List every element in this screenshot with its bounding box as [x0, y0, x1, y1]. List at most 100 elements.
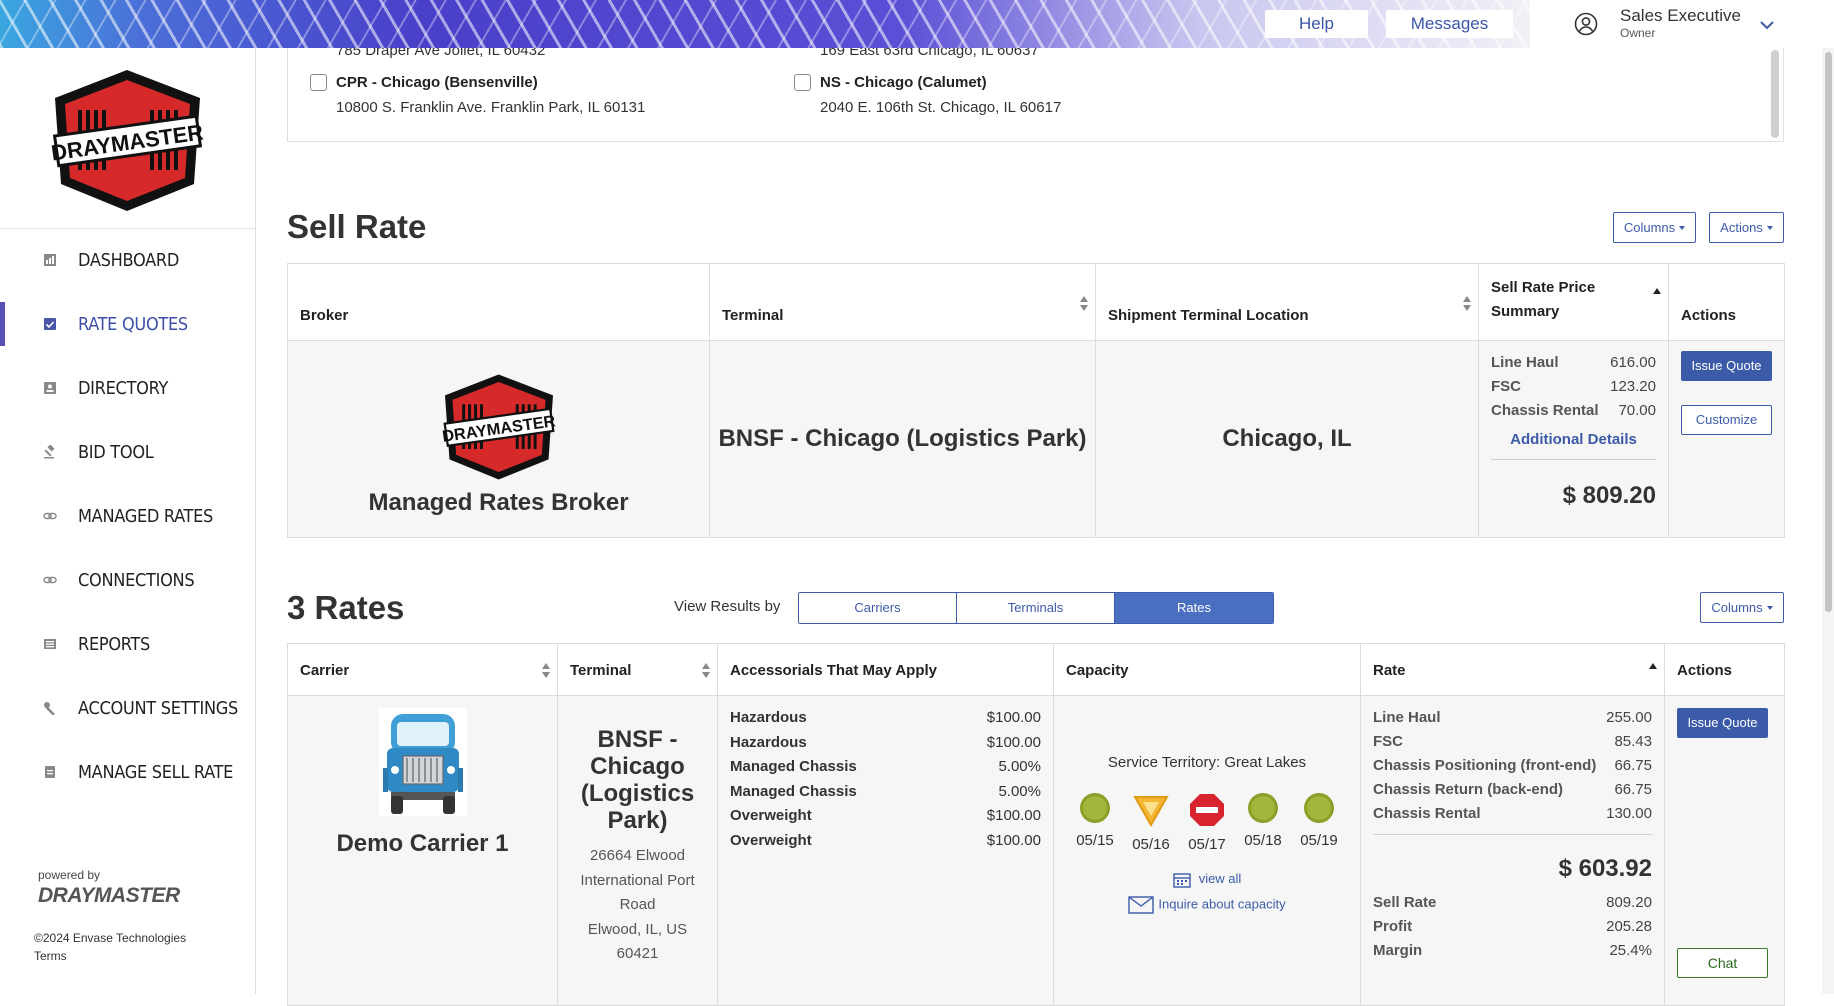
- sidebar-item-dashboard[interactable]: DASHBOARD: [0, 228, 255, 292]
- terminal-cell: BNSF - Chicago (Logistics Park): [709, 340, 1096, 538]
- segment-carriers[interactable]: Carriers: [799, 593, 957, 623]
- caret-down-icon: [1679, 225, 1686, 230]
- sidebar-item-bid-tool[interactable]: BID TOOL: [0, 420, 255, 484]
- column-header-broker: Broker: [287, 263, 710, 341]
- sort-icon[interactable]: [1079, 296, 1089, 312]
- terminal-zip: 60421: [616, 945, 659, 962]
- sidebar-item-label: ACCOUNT SETTINGS: [78, 697, 239, 719]
- issue-quote-button[interactable]: Issue Quote: [1677, 708, 1768, 738]
- capacity-cell: Service Territory: Great Lakes 05/15 05/…: [1053, 695, 1361, 1006]
- capacity-day[interactable]: 05/18: [1235, 793, 1291, 849]
- column-header-location[interactable]: Shipment Terminal Location: [1095, 263, 1479, 341]
- column-header-terminal[interactable]: Terminal: [709, 263, 1096, 341]
- user-name[interactable]: Sales Executive: [1620, 6, 1741, 26]
- rate-total: $ 603.92: [1558, 855, 1652, 882]
- draymaster-logo[interactable]: DRAYMASTER: [50, 68, 205, 213]
- price-line: Chassis Rental 70.00: [1491, 402, 1656, 419]
- sort-icon[interactable]: [1462, 296, 1472, 312]
- capacity-available-icon: [1080, 793, 1110, 823]
- capacity-available-icon: [1248, 793, 1278, 823]
- issue-quote-button[interactable]: Issue Quote: [1681, 351, 1772, 381]
- rate-line: Chassis Return (back-end) 66.75: [1373, 781, 1652, 798]
- user-role: Owner: [1620, 26, 1656, 40]
- sidebar-item-connections[interactable]: CONNECTIONS: [0, 548, 255, 612]
- actions-cell: Issue Quote Chat: [1664, 695, 1785, 1006]
- sidebar-item-label: BID TOOL: [78, 441, 154, 463]
- envelope-icon: [1128, 895, 1155, 914]
- sidebar-item-managed-rates[interactable]: MANAGED RATES: [0, 484, 255, 548]
- capacity-date: 05/19: [1300, 832, 1338, 849]
- panel-scrollbar[interactable]: [1771, 50, 1779, 138]
- capacity-limited-icon: [1133, 796, 1169, 828]
- segment-rates[interactable]: Rates: [1115, 593, 1273, 623]
- sidebar-nav: DASHBOARD RATE QUOTES DIRECTORY BID TOOL…: [0, 228, 255, 804]
- sell-rate-actions-button[interactable]: Actions: [1709, 212, 1784, 243]
- column-header-carrier[interactable]: Carrier: [287, 643, 558, 696]
- rate-cell: Line Haul 255.00 FSC 85.43 Chassis Positio…: [1360, 695, 1665, 1006]
- user-avatar-icon[interactable]: [1574, 12, 1598, 36]
- rates-title: 3 Rates: [287, 589, 405, 626]
- capacity-date: 05/15: [1076, 832, 1114, 849]
- sidebar-item-rate-quotes[interactable]: RATE QUOTES: [0, 292, 255, 356]
- accessorial-item: Managed Chassis 5.00%: [730, 782, 1041, 800]
- rate-line: Chassis Rental 130.00: [1373, 802, 1652, 835]
- chat-button[interactable]: Chat: [1677, 948, 1768, 978]
- view-results-toggle: Carriers Terminals Rates: [798, 592, 1274, 624]
- sidebar-item-directory[interactable]: DIRECTORY: [0, 356, 255, 420]
- capacity-unavailable-icon: [1190, 794, 1224, 826]
- link-icon: [43, 512, 57, 520]
- capacity-day[interactable]: 05/15: [1067, 793, 1123, 849]
- table-row: DRAYMASTER Managed Rates Broker BNSF - C…: [287, 340, 1785, 538]
- sidebar-item-label: REPORTS: [78, 633, 151, 655]
- inquire-capacity-link[interactable]: Inquire about capacity: [1054, 895, 1360, 914]
- columns-label: Columns: [1623, 220, 1676, 235]
- sell-rate-columns-button[interactable]: Columns: [1613, 212, 1696, 243]
- sort-icon[interactable]: [701, 663, 711, 679]
- column-header-accessorials: Accessorials That May Apply: [717, 643, 1054, 696]
- sort-ascending-icon[interactable]: [1652, 286, 1662, 302]
- column-header-capacity: Capacity: [1053, 643, 1361, 696]
- capacity-date: 05/16: [1132, 836, 1170, 853]
- location-name: Chicago, IL: [1222, 425, 1352, 452]
- rates-table: Carrier Terminal Accessorials That May A…: [287, 643, 1785, 1006]
- terminal-checkbox[interactable]: [310, 74, 327, 91]
- additional-details-link[interactable]: Additional Details: [1510, 431, 1637, 448]
- accessorial-item: Hazardous $100.00: [730, 709, 1041, 726]
- dashboard-icon: [44, 254, 56, 266]
- capacity-date: 05/18: [1244, 832, 1282, 849]
- page-scrollbar-thumb[interactable]: [1825, 52, 1832, 612]
- gavel-icon: [44, 445, 55, 459]
- sort-ascending-icon[interactable]: [1648, 661, 1658, 677]
- capacity-day[interactable]: 05/17: [1179, 793, 1235, 853]
- document-icon: [45, 766, 55, 778]
- messages-button[interactable]: Messages: [1386, 10, 1513, 38]
- summary-line: Margin 25.4%: [1373, 942, 1652, 959]
- table-header-row: Carrier Terminal Accessorials That May A…: [287, 643, 1785, 696]
- chevron-down-icon[interactable]: [1758, 16, 1776, 34]
- view-all-link[interactable]: view all: [1054, 871, 1360, 888]
- column-header-terminal[interactable]: Terminal: [557, 643, 718, 696]
- sort-icon[interactable]: [541, 663, 551, 679]
- help-button[interactable]: Help: [1265, 10, 1368, 38]
- sidebar-item-manage-sell-rate[interactable]: MANAGE SELL RATE: [0, 740, 255, 804]
- terminal-name: CPR - Chicago (Bensenville): [336, 74, 538, 91]
- sell-rate-total: $ 809.20: [1562, 482, 1656, 509]
- caret-down-icon: [1766, 605, 1773, 610]
- sidebar-item-account-settings[interactable]: ACCOUNT SETTINGS: [0, 676, 255, 740]
- sidebar-item-reports[interactable]: REPORTS: [0, 612, 255, 676]
- terminal-checkbox[interactable]: [794, 74, 811, 91]
- capacity-day[interactable]: 05/16: [1123, 793, 1179, 853]
- broker-name: Managed Rates Broker: [368, 488, 629, 516]
- capacity-date: 05/17: [1188, 836, 1226, 853]
- customize-button[interactable]: Customize: [1681, 405, 1772, 435]
- sell-rate-title: Sell Rate: [287, 208, 427, 245]
- price-summary-cell: Line Haul 616.00 FSC 123.20 Chassis Rental…: [1478, 340, 1669, 538]
- sidebar-item-label: MANAGE SELL RATE: [78, 761, 234, 783]
- segment-terminals[interactable]: Terminals: [957, 593, 1115, 623]
- capacity-day[interactable]: 05/19: [1291, 793, 1347, 849]
- link-icon: [43, 576, 57, 584]
- terms-link[interactable]: Terms: [34, 947, 186, 965]
- rates-columns-button[interactable]: Columns: [1700, 592, 1784, 623]
- column-header-rate[interactable]: Rate: [1360, 643, 1665, 696]
- column-header-price-summary[interactable]: Sell Rate Price Summary: [1478, 263, 1669, 341]
